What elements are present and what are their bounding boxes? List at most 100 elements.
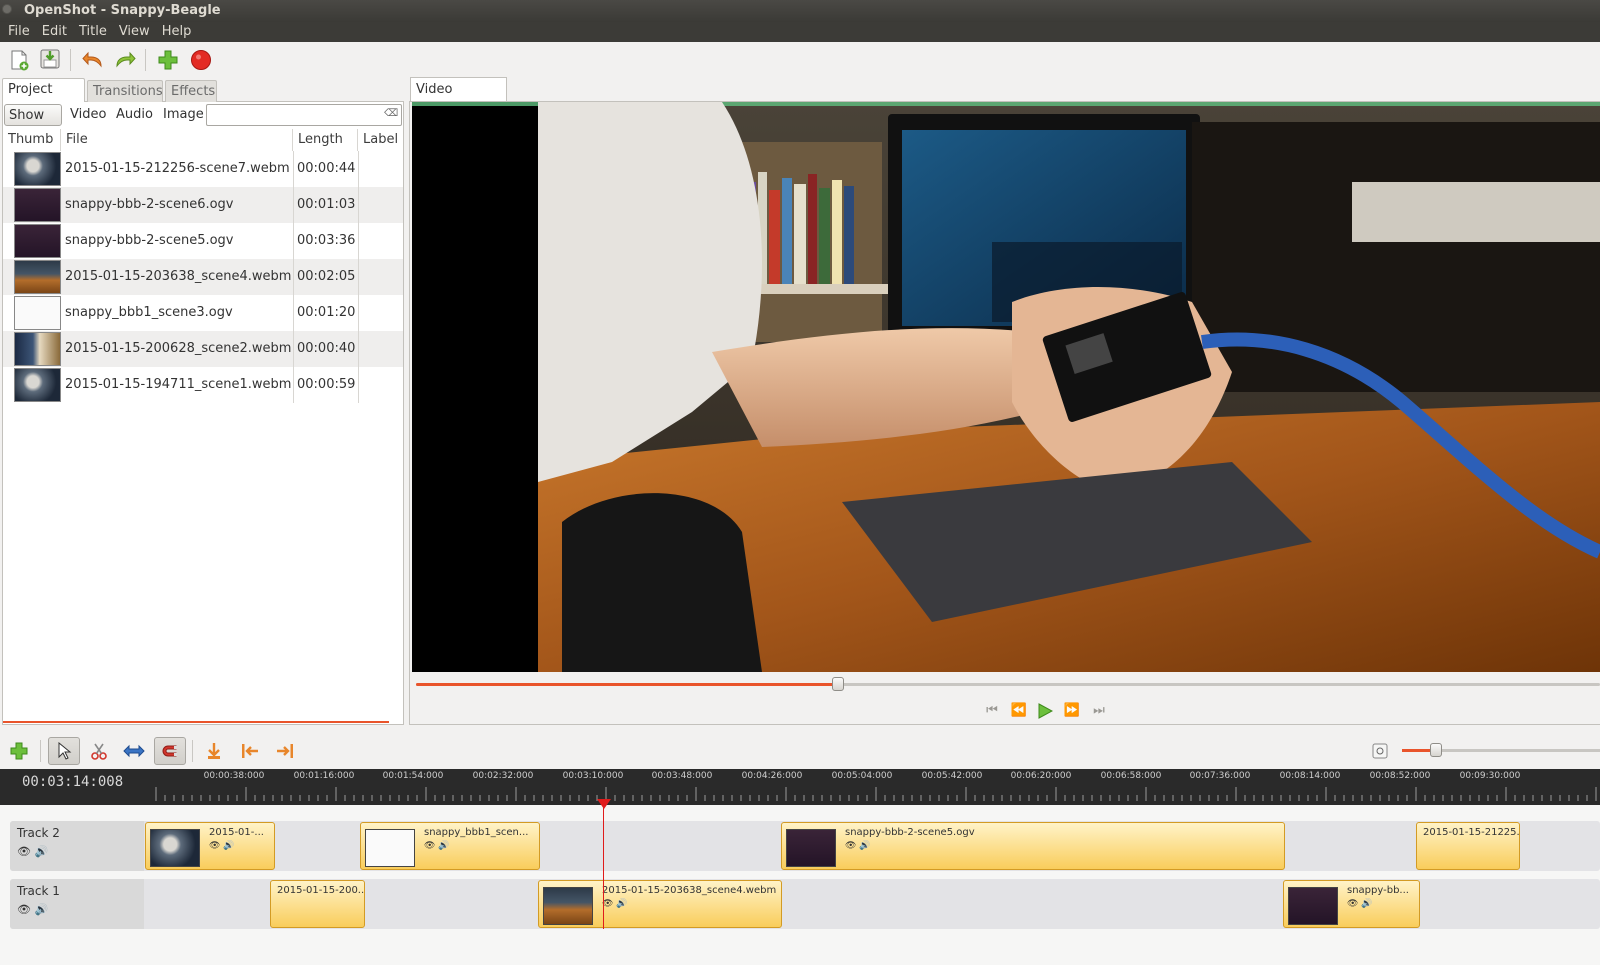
toolbar-separator	[145, 49, 146, 71]
playhead-line[interactable]	[603, 801, 604, 929]
clip-thumbnail	[1288, 887, 1338, 925]
clip-thumbnail	[365, 829, 415, 867]
filter-image[interactable]: Image	[159, 104, 208, 126]
save-project-icon[interactable]	[38, 47, 62, 71]
timeline-clip[interactable]: snappy-bb... 👁 🔊	[1283, 880, 1420, 928]
toolbar-separator	[70, 49, 71, 71]
filter-video[interactable]: Video	[66, 104, 110, 126]
next-marker-icon[interactable]	[269, 737, 301, 765]
tab-video-preview[interactable]: Video Preview	[410, 77, 507, 121]
fast-forward-icon[interactable]: ⏩	[1063, 703, 1081, 719]
preview-seek-handle[interactable]	[832, 677, 844, 691]
speaker-icon[interactable]: 🔊	[859, 841, 870, 851]
file-row[interactable]: 2015-01-15-212256-scene7.webm 00:00:44	[3, 151, 403, 187]
speaker-icon[interactable]: 🔊	[438, 841, 449, 851]
ruler-tick-label: 00:08:52:000	[1369, 771, 1431, 781]
menu-view[interactable]: View	[111, 22, 154, 42]
eye-icon[interactable]: 👁	[17, 845, 31, 858]
file-thumbnail	[14, 188, 61, 222]
file-length: 00:02:05	[297, 269, 356, 284]
ruler-tick-label: 00:07:36:000	[1189, 771, 1251, 781]
file-row[interactable]: snappy_bbb1_scene3.ogv 00:01:20	[3, 295, 403, 331]
playhead-handle[interactable]	[597, 799, 611, 809]
eye-icon[interactable]: 👁	[17, 903, 31, 916]
speaker-icon[interactable]: 🔊	[34, 845, 48, 858]
timeline-clip[interactable]: 2015-01-15-200...	[270, 880, 365, 928]
file-length: 00:00:40	[297, 341, 356, 356]
zoom-slider-handle[interactable]	[1430, 743, 1442, 757]
track-name: Track 2	[17, 826, 60, 840]
zoom-fit-icon[interactable]	[1364, 737, 1396, 765]
undo-icon[interactable]	[81, 48, 105, 72]
file-name: 2015-01-15-203638_scene4.webm	[65, 269, 292, 284]
timeline-clip[interactable]: 2015-01-15-203638_scene4.webm 👁 🔊	[538, 880, 782, 928]
search-input[interactable]	[206, 104, 402, 126]
track-header-1[interactable]: Track 1 👁 🔊	[10, 879, 144, 929]
redo-icon[interactable]	[113, 48, 137, 72]
column-thumb[interactable]: Thumb	[3, 129, 61, 151]
menu-help[interactable]: Help	[154, 22, 196, 42]
speaker-icon[interactable]: 🔊	[1361, 899, 1372, 909]
file-thumbnail	[14, 368, 61, 402]
rewind-icon[interactable]: ⏪	[1010, 703, 1028, 719]
ruler-tick-label: 00:02:32:000	[472, 771, 534, 781]
timeline-clip[interactable]: snappy_bbb1_scen... 👁 🔊	[360, 822, 540, 870]
clip-title: snappy_bbb1_scen...	[424, 827, 529, 838]
column-file[interactable]: File	[61, 129, 293, 151]
import-files-plus-icon[interactable]	[156, 48, 180, 72]
razor-scissors-icon[interactable]	[83, 737, 115, 765]
jump-to-end-icon[interactable]: ⏭	[1090, 703, 1108, 719]
export-record-icon[interactable]	[189, 48, 213, 72]
add-marker-icon[interactable]	[198, 737, 230, 765]
video-frame-image	[412, 102, 1600, 672]
timeline-clip[interactable]: snappy-bbb-2-scene5.ogv 👁 🔊	[781, 822, 1285, 870]
file-row[interactable]: 2015-01-15-203638_scene4.webm 00:02:05	[3, 259, 403, 295]
window-close-icon[interactable]	[2, 4, 12, 14]
tab-transitions[interactable]: Transitions	[87, 80, 163, 102]
file-row[interactable]: 2015-01-15-194711_scene1.webm 00:00:59	[3, 367, 403, 403]
speaker-icon[interactable]: 🔊	[616, 899, 627, 909]
file-name: 2015-01-15-194711_scene1.webm	[65, 377, 292, 392]
track-controls: 👁 🔊	[17, 903, 48, 916]
file-name: snappy-bbb-2-scene5.ogv	[65, 233, 234, 248]
select-tool-arrow-icon[interactable]	[48, 737, 80, 765]
timeline-clip[interactable]: 2015-01-... 👁 🔊	[145, 822, 275, 870]
current-timecode: 00:03:14:008	[22, 774, 124, 790]
filter-audio[interactable]: Audio	[112, 104, 157, 126]
file-row[interactable]: 2015-01-15-200628_scene2.webm 00:00:40	[3, 331, 403, 367]
tab-effects[interactable]: Effects	[165, 80, 217, 102]
eye-icon[interactable]: 👁	[424, 841, 435, 851]
previous-marker-icon[interactable]	[234, 737, 266, 765]
snapping-magnet-icon[interactable]	[154, 737, 186, 765]
file-length: 00:03:36	[297, 233, 356, 248]
column-label[interactable]: Label	[358, 129, 403, 151]
filter-show-all[interactable]: Show All	[4, 104, 62, 145]
column-length[interactable]: Length	[293, 129, 358, 151]
speaker-icon[interactable]: 🔊	[223, 841, 234, 851]
jump-to-start-icon[interactable]: ⏮	[983, 703, 1001, 719]
timeline-clip[interactable]: 2015-01-15-21225...	[1416, 822, 1520, 870]
clip-thumbnail	[543, 887, 593, 925]
track-header-2[interactable]: Track 2 👁 🔊	[10, 821, 144, 871]
tab-project-files[interactable]: Project Files	[2, 78, 85, 119]
clip-controls: 👁 🔊	[424, 841, 450, 851]
menu-edit[interactable]: Edit	[34, 22, 71, 42]
speaker-icon[interactable]: 🔊	[34, 903, 48, 916]
add-track-icon[interactable]	[3, 737, 35, 765]
menu-bar: File Edit Title View Help	[0, 22, 1600, 42]
resize-arrows-icon[interactable]	[118, 737, 150, 765]
play-icon[interactable]	[1036, 703, 1054, 719]
file-row[interactable]: snappy-bbb-2-scene5.ogv 00:03:36	[3, 223, 403, 259]
clip-title: 2015-01-15-203638_scene4.webm	[602, 885, 777, 896]
eye-icon[interactable]: 👁	[845, 841, 856, 851]
menu-file[interactable]: File	[0, 22, 34, 42]
clear-search-icon[interactable]: ⌫	[384, 108, 398, 120]
new-project-icon[interactable]	[7, 48, 31, 72]
clip-controls: 👁 🔊	[602, 899, 628, 909]
clip-controls: 👁 🔊	[1347, 899, 1373, 909]
eye-icon[interactable]: 👁	[1347, 899, 1358, 909]
menu-title[interactable]: Title	[71, 22, 111, 42]
file-thumbnail	[14, 332, 61, 366]
file-row[interactable]: snappy-bbb-2-scene6.ogv 00:01:03	[3, 187, 403, 223]
eye-icon[interactable]: 👁	[209, 841, 220, 851]
